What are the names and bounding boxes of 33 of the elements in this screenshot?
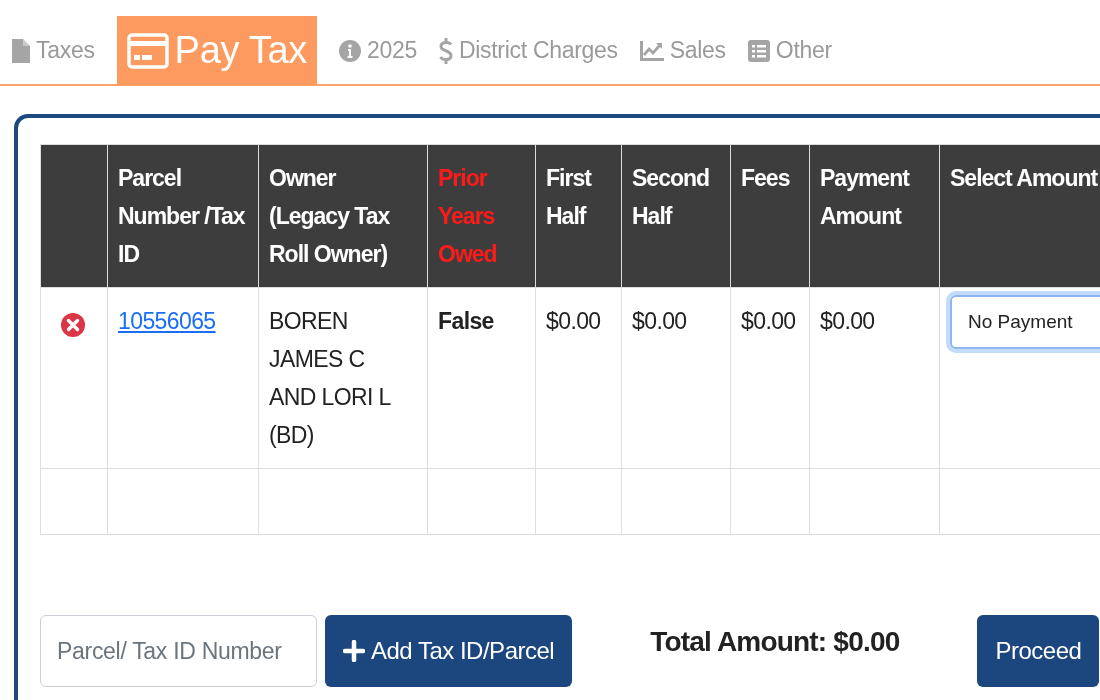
dollar-icon — [438, 36, 453, 65]
remove-icon[interactable] — [61, 312, 85, 337]
column-header: Parcel Number /Tax ID — [118, 165, 245, 267]
prior-years-value: False — [438, 308, 494, 334]
column-header: Second Half — [632, 165, 710, 229]
tab[interactable]: District Charges — [438, 16, 640, 85]
proceed-button[interactable]: Proceed — [977, 615, 1100, 687]
column-header: Fees — [741, 165, 790, 191]
tab[interactable]: 2025 — [339, 16, 439, 85]
tab[interactable]: Sales — [639, 16, 748, 85]
parcel-link[interactable]: 10556065 — [118, 308, 216, 334]
column-header: First Half — [546, 165, 591, 229]
payment-amount: $0.00 — [820, 308, 875, 334]
file-icon — [12, 38, 30, 63]
total-amount: Total Amount: $0.00 — [650, 625, 900, 659]
first-half-amount: $0.00 — [546, 308, 601, 334]
column-header: Prior Years Owed — [438, 165, 497, 267]
credit-card-icon — [126, 32, 169, 69]
tab[interactable]: Taxes — [12, 16, 117, 85]
second-half-amount: $0.00 — [632, 308, 687, 334]
column-header: Select Amount — [950, 165, 1098, 191]
plus-icon — [343, 640, 365, 662]
line-chart-icon — [639, 40, 664, 61]
column-header: Owner (Legacy Tax Roll Owner) — [269, 165, 390, 267]
tab[interactable]: Pay Tax — [116, 16, 317, 85]
list-icon — [747, 39, 770, 62]
column-header: Payment Amount — [820, 165, 909, 229]
add-tax-id-button[interactable]: Add Tax ID/Parcel — [325, 615, 573, 687]
parcel-id-field[interactable]: Parcel/ Tax ID Number — [40, 615, 317, 687]
owner-name: BOREN JAMES C AND LORI L (BD) — [269, 308, 390, 448]
info-icon — [339, 39, 361, 62]
tab[interactable]: Other — [747, 16, 854, 85]
fees-amount: $0.00 — [741, 308, 796, 334]
